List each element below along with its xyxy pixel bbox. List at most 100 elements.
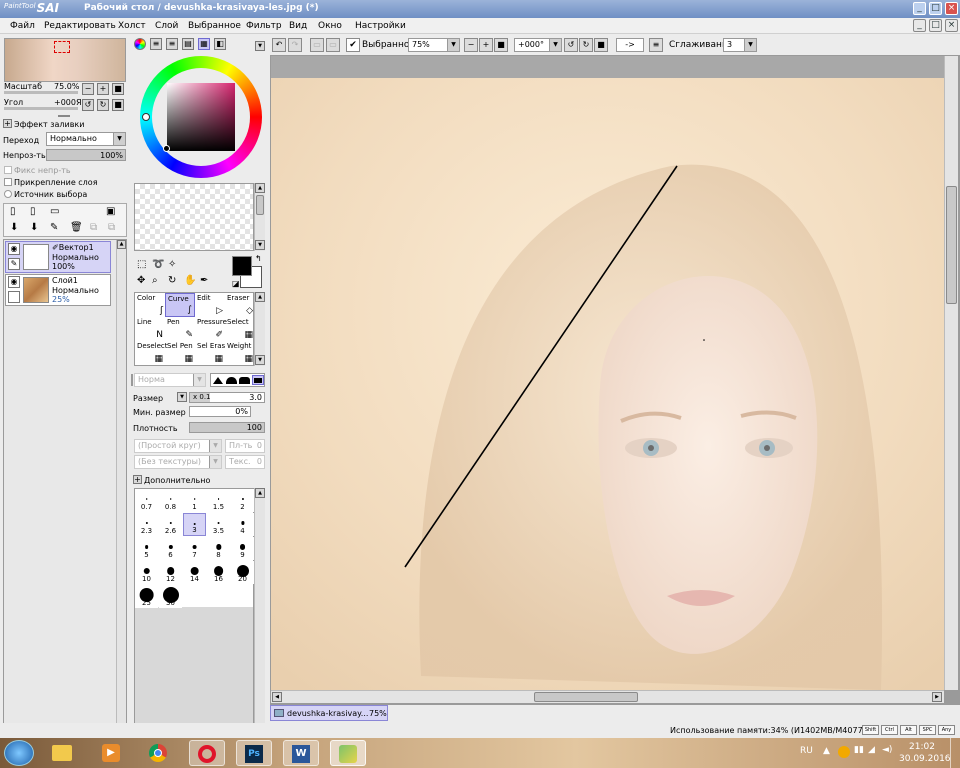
layer-visibility-eye-icon[interactable]: ◉	[8, 243, 20, 255]
angle-slider[interactable]	[4, 107, 78, 110]
tool-select[interactable]: Select ▦	[225, 317, 255, 341]
panel-menu-button[interactable]: ▼	[255, 41, 265, 51]
menu-window[interactable]: Окно	[318, 21, 342, 31]
new-vector-layer-icon[interactable]: ▯	[30, 206, 36, 217]
layer-visibility-eye-icon[interactable]: ◉	[8, 276, 20, 288]
brush-shape-icon-4[interactable]	[252, 375, 264, 385]
rotation-select[interactable]: +000° ▼	[514, 38, 562, 52]
volume-icon[interactable]: ◄)	[882, 745, 892, 755]
brush-size-preset[interactable]: 14	[183, 561, 206, 584]
navigator-preview[interactable]	[4, 38, 126, 82]
network-icon[interactable]: ▮▮	[854, 745, 864, 755]
navigator-viewport[interactable]	[54, 41, 70, 53]
scroll-up-button[interactable]: ▲	[255, 488, 265, 498]
selection-checkbox[interactable]: ✔	[346, 38, 360, 52]
sv-picker-handle[interactable]	[163, 145, 170, 152]
scale-minus-button[interactable]: −	[82, 83, 94, 95]
brush-size-preset[interactable]: 10	[135, 561, 158, 584]
layers-scrollbar[interactable]: ▲	[116, 240, 126, 734]
zoom-reset-button[interactable]: ■	[494, 38, 508, 52]
tray-expand-icon[interactable]: ▲	[823, 746, 830, 756]
tool-curve[interactable]: Curve ∫	[165, 293, 195, 317]
language-indicator[interactable]: RU	[800, 746, 813, 756]
doc-restore-button[interactable]: □	[929, 19, 942, 32]
undo-button[interactable]: ↶	[272, 38, 286, 52]
taskbar-chrome[interactable]	[141, 740, 177, 766]
brush-size-preset[interactable]: 8	[207, 537, 230, 560]
layer-row-layer1[interactable]: ◉ Слой1 Нормально 25%	[5, 274, 111, 306]
taskbar-photoshop[interactable]: Ps	[236, 740, 272, 766]
swatches-mode-icon[interactable]: ▤	[182, 38, 194, 50]
brush-size-preset[interactable]: 1.5	[207, 489, 230, 512]
brush-size-preset[interactable]: 2	[231, 489, 254, 512]
clip-layer-checkbox[interactable]	[4, 178, 12, 186]
taskbar-explorer[interactable]	[44, 740, 80, 766]
brush-size-preset[interactable]: 2.3	[135, 513, 158, 536]
eyedropper-tool-icon[interactable]: ✒	[200, 275, 208, 286]
menu-layer[interactable]: Слой	[155, 21, 178, 31]
taskbar-word[interactable]: W	[283, 740, 319, 766]
brush-size-preset[interactable]: 3.5	[207, 513, 230, 536]
scale-slider[interactable]	[4, 91, 78, 94]
brush-size-preset[interactable]: 7	[183, 537, 206, 560]
tool-sel-pen[interactable]: Sel Pen ▦	[165, 341, 195, 365]
scroll-right-button[interactable]: ▶	[932, 692, 942, 702]
horizontal-scroll-thumb[interactable]	[534, 692, 638, 702]
transparent-color-icon[interactable]: ◪	[232, 279, 240, 288]
scroll-up-button[interactable]: ▲	[117, 240, 126, 249]
tool-pressure[interactable]: Pressure ✐	[195, 317, 227, 341]
brush-size-preset[interactable]: 5	[135, 537, 158, 560]
scroll-up-button[interactable]: ▲	[255, 292, 265, 302]
hsv-slider-mode-icon[interactable]: ≡	[166, 38, 178, 50]
brush-size-slider[interactable]: x 0.1 3.0	[189, 392, 265, 403]
new-folder-icon[interactable]: ▭	[50, 206, 59, 217]
invert-selection-button[interactable]: ▭	[326, 38, 340, 52]
magic-wand-tool-icon[interactable]: ✧	[168, 259, 176, 270]
tool-weight[interactable]: Weight ▦	[225, 341, 255, 365]
scroll-up-button[interactable]: ▲	[255, 183, 265, 193]
taskbar-paint-tool-sai[interactable]	[330, 740, 366, 766]
rotate-tool-icon[interactable]: ↻	[168, 275, 176, 286]
move-tool-icon[interactable]: ✥	[137, 275, 145, 286]
zoom-select[interactable]: 75% ▼	[408, 38, 460, 52]
brush-shape-select[interactable]: (Простой круг) ▼	[134, 439, 222, 453]
layer-pen-icon[interactable]: ✎	[8, 258, 20, 270]
color-mixer-area[interactable]	[134, 183, 254, 251]
brush-size-preset[interactable]: 12	[159, 561, 182, 584]
start-button[interactable]	[4, 740, 34, 766]
scale-reset-button[interactable]: ■	[112, 83, 124, 95]
brush-mode-select[interactable]: Норма ▼	[134, 373, 206, 387]
tool-edit[interactable]: Edit ▷	[195, 293, 225, 317]
texture-strength-field[interactable]: Текс. 0	[225, 455, 265, 469]
panel-grip[interactable]	[58, 115, 70, 117]
hand-tool-icon[interactable]: ✋	[184, 275, 196, 286]
brush-size-preset[interactable]: 1	[183, 489, 206, 512]
minimize-button[interactable]: _	[913, 2, 926, 15]
menu-canvas[interactable]: Холст	[118, 21, 146, 31]
scroll-down-button[interactable]: ▼	[255, 355, 265, 365]
tray-app-icon[interactable]	[838, 746, 850, 758]
opacity-slider[interactable]: 100%	[46, 149, 126, 161]
doc-close-button[interactable]: ×	[945, 19, 958, 32]
angle-ccw-button[interactable]: ↺	[82, 99, 94, 111]
menu-selection[interactable]: Выбранное	[188, 21, 241, 31]
zoom-out-button[interactable]: −	[464, 38, 478, 52]
brush-texture-select[interactable]: (Без текстуры) ▼	[134, 455, 222, 469]
new-layer-icon[interactable]: ▯	[10, 206, 16, 217]
clock-date[interactable]: 30.09.2016	[899, 754, 951, 764]
canvas[interactable]	[271, 56, 944, 690]
scroll-thumb[interactable]	[256, 195, 264, 215]
maximize-button[interactable]: □	[929, 2, 942, 15]
copy-layer-icon[interactable]: ⧉	[90, 222, 97, 233]
primary-color-swatch[interactable]	[232, 256, 252, 276]
deselect-button[interactable]: ▭	[310, 38, 324, 52]
merge-down-icon[interactable]: ⬇	[30, 222, 38, 233]
tool-sel-eras[interactable]: Sel Eras ▦	[195, 341, 225, 365]
scratchpad-mode-icon[interactable]: ◧	[214, 38, 226, 50]
taskbar-opera[interactable]	[189, 740, 225, 766]
vertical-scroll-thumb[interactable]	[946, 186, 957, 304]
brush-size-preset[interactable]: 0.7	[135, 489, 158, 512]
brush-size-preset[interactable]: 4	[231, 513, 254, 536]
clear-layer-icon[interactable]: ✎	[50, 222, 58, 233]
mixer-mode-icon[interactable]: ▦	[198, 38, 210, 50]
